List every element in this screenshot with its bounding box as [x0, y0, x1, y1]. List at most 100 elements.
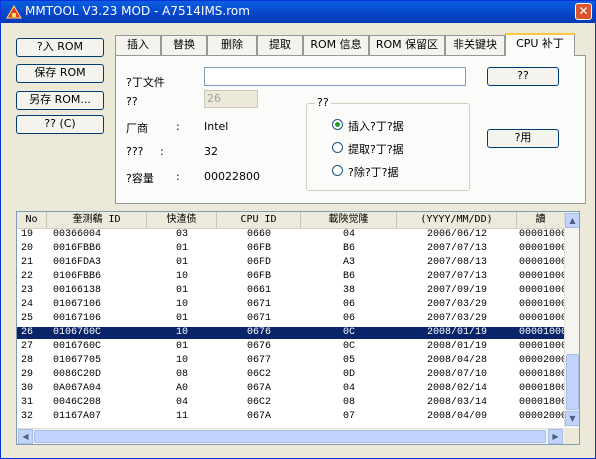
close-button[interactable]: ✕: [575, 3, 592, 20]
table-cell: B6: [342, 271, 355, 282]
save-rom-as-button[interactable]: 另存 ROM...: [16, 91, 104, 110]
table-cell: A0: [175, 383, 188, 394]
table-cell: 27: [21, 341, 34, 352]
table-header: No 奎测鵗 ID 快渣债 CPU ID 載陜觉隆 (YYYY/MM/DD) 讀: [17, 212, 564, 229]
table-cell: 08: [175, 369, 188, 380]
radio-delete-label: ?除?丁?据: [348, 166, 399, 179]
scroll-right-icon[interactable]: ▶: [548, 429, 563, 444]
table-row[interactable]: 27 0016760C 01 0676 0C 2008/01/19 00001000: [17, 341, 564, 353]
table-cell: 22: [21, 271, 34, 282]
table-row[interactable]: 25 00167106 01 0671 06 2007/03/29 00001000: [17, 313, 564, 325]
scroll-down-icon[interactable]: ▼: [565, 411, 579, 426]
col-header-platform[interactable]: 快渣债: [147, 212, 217, 228]
scroll-up-icon[interactable]: ▲: [565, 213, 579, 228]
table-cell: 00001000: [519, 285, 564, 296]
table-row[interactable]: 31 0046C208 04 06C2 08 2008/03/14 00001800: [17, 397, 564, 409]
tab-extract[interactable]: 提取: [257, 35, 303, 55]
radio-extract-label: 提取?丁?据: [348, 143, 404, 156]
col-header-no[interactable]: No: [17, 212, 47, 228]
table-cell: 04: [175, 397, 188, 408]
tab-rom-reserved[interactable]: ROM 保留区: [369, 35, 445, 55]
table-row[interactable]: 22 0106FBB6 10 06FB B6 2007/07/13 00001000: [17, 271, 564, 283]
tab-rom-info[interactable]: ROM 信息: [303, 35, 369, 55]
horizontal-scroll-thumb[interactable]: [34, 430, 546, 443]
table-row[interactable]: 24 01067106 10 0671 06 2007/03/29 00001000: [17, 299, 564, 311]
table-cell: 0661: [246, 285, 271, 296]
radio-unchecked-icon: [332, 142, 343, 153]
table-cell: B6: [342, 243, 355, 254]
patch-file-input[interactable]: [204, 67, 466, 86]
table-cell: 05: [342, 355, 355, 366]
table-cell: 0660: [246, 229, 271, 240]
table-cell: 0677: [246, 355, 271, 366]
table-cell: 0671: [246, 299, 271, 310]
tab-insert[interactable]: 插入: [115, 35, 161, 55]
table-cell: 06: [342, 299, 355, 310]
col-header-patch-id[interactable]: 奎测鵗 ID: [47, 212, 147, 228]
table-cell: 00167106: [53, 313, 102, 324]
col-header-date[interactable]: (YYYY/MM/DD): [397, 212, 517, 228]
window-title: MMTOOL V3.23 MOD - A7514IMS.rom: [25, 4, 250, 18]
radio-delete-patch[interactable]: ?除?丁?据: [332, 164, 462, 179]
table-cell: 01: [175, 285, 188, 296]
table-row[interactable]: 21 0016FDA3 01 06FD A3 2007/08/13 00001000: [17, 257, 564, 269]
table-cell: 01: [175, 341, 188, 352]
table-cell: 00166138: [53, 285, 102, 296]
table-cell: 0046C208: [53, 397, 102, 408]
load-rom-button[interactable]: ?入 ROM: [16, 38, 104, 57]
table-cell: 20: [21, 243, 34, 254]
col-header-size[interactable]: 讀: [517, 212, 564, 228]
app-icon: [6, 5, 22, 19]
table-row[interactable]: 32 01167A07 11 067A 07 2008/04/09 00002000: [17, 411, 564, 423]
table-cell: 00002000: [519, 411, 564, 422]
table-cell: 00001000: [519, 327, 564, 338]
table-cell: 0A067A04: [53, 383, 102, 394]
save-rom-button[interactable]: 保存 ROM: [16, 64, 104, 83]
table-row[interactable]: 30 0A067A04 A0 067A 04 2008/02/14 00001800: [17, 383, 564, 395]
col-header-revision[interactable]: 載陜觉隆: [301, 212, 397, 228]
tab-replace[interactable]: 替换: [161, 35, 207, 55]
radio-insert-patch[interactable]: 插入?丁?据: [332, 118, 462, 133]
radio-unchecked-icon: [332, 165, 343, 176]
apply-button[interactable]: ?用: [487, 129, 559, 148]
cpu-patch-table[interactable]: No 奎测鵗 ID 快渣债 CPU ID 載陜觉隆 (YYYY/MM/DD) 讀…: [16, 211, 580, 445]
table-cell: A3: [342, 257, 355, 268]
tab-cpu-patch[interactable]: CPU 补丁: [505, 33, 575, 56]
table-cell: 00001800: [519, 397, 564, 408]
scroll-left-icon[interactable]: ◀: [18, 429, 33, 444]
table-cell: 06FB: [246, 243, 271, 254]
table-cell: 04: [342, 229, 355, 240]
about-button[interactable]: ?? (C): [16, 115, 104, 134]
tab-delete[interactable]: 删除: [207, 35, 257, 55]
table-row[interactable]: 28 01067705 10 0677 05 2008/04/28 00002000: [17, 355, 564, 367]
table-cell: 21: [21, 257, 34, 268]
table-cell: 19: [21, 229, 34, 240]
table-row[interactable]: 19 00366004 03 0660 04 2006/06/12 00001000: [17, 229, 564, 241]
table-cell: 0676: [246, 341, 271, 352]
table-cell: 00001000: [519, 299, 564, 310]
table-cell: 00001000: [519, 243, 564, 254]
table-row[interactable]: 29 0086C20D 08 06C2 0D 2008/07/10 00001800: [17, 369, 564, 381]
col-header-cpu-id[interactable]: CPU ID: [217, 212, 301, 228]
table-cell: 067A: [246, 383, 271, 394]
table-row[interactable]: 26 0106760C 10 0676 0C 2008/01/19 00001000: [17, 327, 564, 339]
table-row[interactable]: 23 00166138 01 0661 38 2007/09/19 00001000: [17, 285, 564, 297]
capacity-value: 00022800: [204, 170, 260, 183]
main-window: MMTOOL V3.23 MOD - A7514IMS.rom ✕ ?入 ROM…: [0, 0, 596, 459]
horizontal-scrollbar[interactable]: ◀ ▶: [17, 428, 564, 444]
vendor-value: Intel: [204, 120, 229, 133]
browse-button[interactable]: ??: [487, 67, 559, 86]
tab-non-critical[interactable]: 非关键块: [445, 35, 505, 55]
table-row[interactable]: 20 0016FBB6 01 06FB B6 2007/07/13 00001000: [17, 243, 564, 255]
title-bar[interactable]: MMTOOL V3.23 MOD - A7514IMS.rom ✕: [1, 1, 595, 23]
field2-input[interactable]: 26: [204, 90, 258, 108]
table-cell: 10: [175, 299, 188, 310]
table-cell: 01: [175, 243, 188, 254]
table-cell: 067A: [246, 411, 271, 422]
table-cell: 0086C20D: [53, 369, 102, 380]
table-cell: 10: [175, 327, 188, 338]
capacity-label: ?容量: [126, 172, 154, 185]
radio-extract-patch[interactable]: 提取?丁?据: [332, 141, 462, 156]
vertical-scrollbar[interactable]: ▲ ▼: [564, 212, 579, 427]
vertical-scroll-thumb[interactable]: [566, 354, 579, 410]
